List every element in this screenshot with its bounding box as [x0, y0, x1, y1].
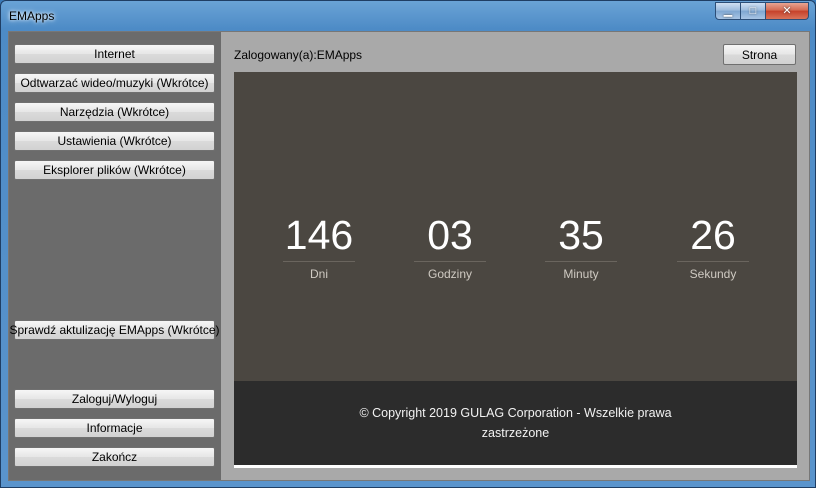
media-player-button[interactable]: Odtwarzać wideo/muzyki (Wkrótce) — [14, 73, 215, 93]
hours-label: Godziny — [427, 267, 473, 281]
close-button[interactable]: ✕ — [766, 2, 809, 20]
days-value: 146 — [284, 212, 354, 258]
check-updates-button[interactable]: Sprawdź aktulizację EMApps (Wkrótce) — [9, 320, 220, 340]
seconds-value: 26 — [690, 212, 736, 258]
seconds-label: Sekundy — [689, 267, 737, 281]
hours-value: 03 — [427, 212, 473, 258]
copyright-text: © Copyright 2019 GULAG Corporation - Wsz… — [359, 406, 672, 440]
close-icon: ✕ — [782, 4, 792, 17]
minutes-label: Minuty — [563, 267, 599, 281]
web-browser-view[interactable]: 146 Dni 03 Godziny 35 Minuty 26 Sekundy … — [234, 72, 797, 468]
minimize-button[interactable]: ▁ — [715, 2, 741, 20]
title-bar[interactable]: EMApps ▁ □ ✕ — [1, 1, 815, 31]
countdown-hours: 03 Godziny — [414, 212, 486, 281]
login-logout-button[interactable]: Zaloguj/Wyloguj — [14, 389, 215, 409]
countdown-panel: 146 Dni 03 Godziny 35 Minuty 26 Sekundy — [234, 72, 797, 381]
minimize-icon: ▁ — [723, 4, 733, 17]
info-button[interactable]: Informacje — [14, 418, 215, 438]
tools-button[interactable]: Narzędzia (Wkrótce) — [14, 102, 215, 122]
main-panel: Zalogowany(a):EMApps Strona 146 Dni 03 G… — [221, 32, 809, 480]
divider — [283, 261, 355, 262]
logged-in-label: Zalogowany(a):EMApps — [234, 48, 363, 62]
settings-button[interactable]: Ustawienia (Wkrótce) — [14, 131, 215, 151]
exit-button[interactable]: Zakończ — [14, 447, 215, 467]
footer: © Copyright 2019 GULAG Corporation - Wsz… — [234, 381, 797, 465]
countdown-days: 146 Dni — [283, 212, 355, 281]
divider — [414, 261, 486, 262]
file-explorer-button[interactable]: Eksplorer plików (Wkrótce) — [14, 160, 215, 180]
caption-buttons: ▁ □ ✕ — [715, 2, 809, 20]
minutes-value: 35 — [558, 212, 604, 258]
divider — [545, 261, 617, 262]
sidebar: Internet Odtwarzać wideo/muzyki (Wkrótce… — [9, 32, 221, 480]
divider — [677, 261, 749, 262]
maximize-icon: □ — [749, 4, 757, 17]
app-window: EMApps ▁ □ ✕ Internet Odtwarzać wideo/mu… — [0, 0, 816, 488]
internet-button[interactable]: Internet — [14, 44, 215, 64]
client-area: Internet Odtwarzać wideo/muzyki (Wkrótce… — [8, 31, 810, 481]
countdown-minutes: 35 Minuty — [545, 212, 617, 281]
countdown-seconds: 26 Sekundy — [677, 212, 749, 281]
days-label: Dni — [309, 267, 328, 281]
strona-button[interactable]: Strona — [723, 44, 796, 65]
maximize-button[interactable]: □ — [741, 2, 766, 20]
window-title: EMApps — [9, 9, 55, 23]
